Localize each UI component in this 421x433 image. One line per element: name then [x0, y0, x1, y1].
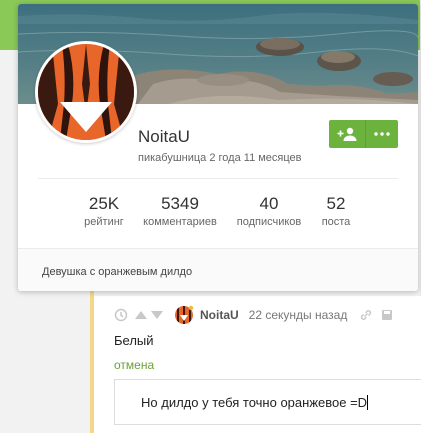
stat-value: 25K [88, 194, 120, 213]
add-user-icon [337, 127, 357, 141]
stat-posts[interactable]: 52 поста [308, 194, 364, 228]
stat-value: 40 [259, 194, 279, 213]
text-caret [367, 395, 369, 410]
reply-value: Но дилдо у тебя точно оранжевое =D [141, 395, 368, 410]
stat-label: подписчиков [236, 216, 302, 228]
stat-comments[interactable]: 5349 комментариев [135, 194, 225, 228]
comment-author[interactable]: NoitaU [200, 308, 239, 322]
save-icon[interactable] [381, 309, 393, 321]
divider [38, 178, 398, 179]
profile-username[interactable]: NoitaU [138, 127, 190, 147]
profile-tenure: пикабушница 2 года 11 месяцев [138, 152, 302, 164]
stat-label: комментариев [143, 216, 217, 228]
subscribe-button[interactable] [329, 120, 365, 148]
reply-input-text[interactable]: Но дилдо у тебя точно оранжевое =D [141, 395, 369, 410]
comment-text: Белый [114, 333, 154, 348]
clock-icon[interactable] [114, 308, 128, 322]
profile-actions [329, 120, 398, 148]
stat-rating[interactable]: 25K рейтинг [64, 194, 144, 228]
profile-popup: NoitaU пикабушница 2 года 11 месяцев 25K… [18, 4, 418, 291]
stat-subscribers[interactable]: 40 подписчиков [224, 194, 314, 228]
more-button[interactable] [365, 120, 398, 148]
stat-label: рейтинг [84, 216, 124, 228]
stat-value: 5349 [161, 194, 199, 213]
link-icon[interactable] [359, 308, 373, 322]
reply-input[interactable]: Но дилдо у тебя точно оранжевое =D [114, 379, 421, 425]
stat-label: поста [321, 216, 351, 228]
cancel-link[interactable]: отмена [114, 358, 154, 372]
avatar[interactable] [174, 305, 194, 325]
stat-value: 52 [326, 194, 346, 213]
arrow-up-icon[interactable] [134, 310, 148, 320]
profile-avatar[interactable] [35, 41, 137, 143]
comment-time[interactable]: 22 секунды назад [249, 308, 348, 322]
arrow-down-icon[interactable] [150, 310, 164, 320]
profile-bio: Девушка с оранжевым дилдо [42, 266, 193, 278]
comment-header: NoitaU 22 секунды назад [114, 305, 393, 325]
more-dots-icon [374, 132, 390, 136]
